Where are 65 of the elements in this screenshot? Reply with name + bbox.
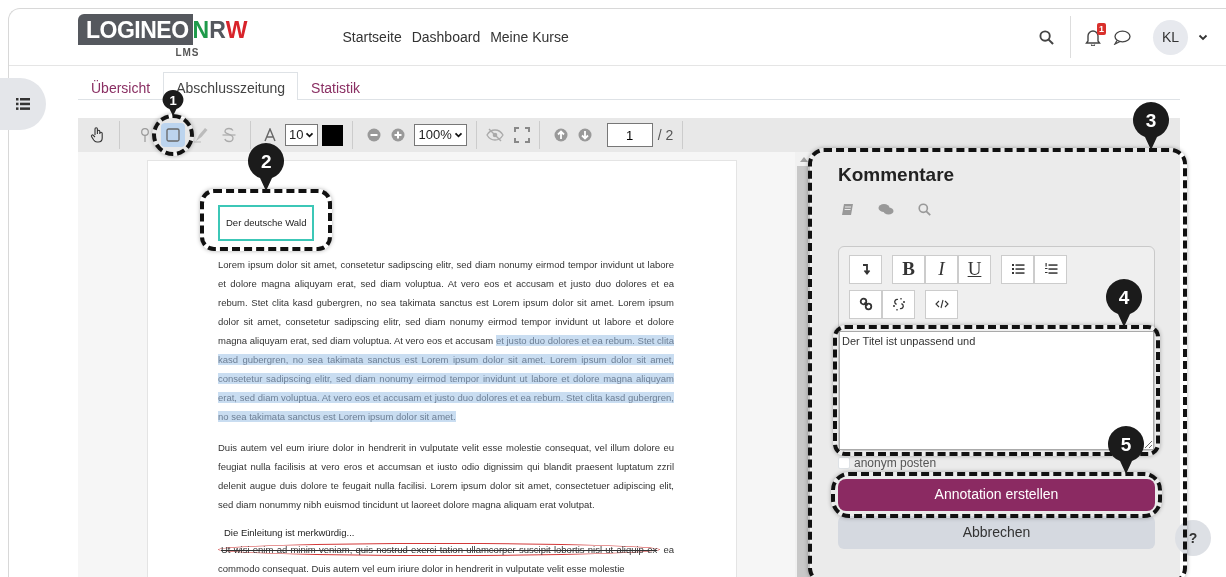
page-count: / 2: [657, 125, 674, 145]
link-icon: [858, 297, 873, 312]
paragraph-text: Duis autem vel eum iriure dolor in hendrerit in vulputate velit esse molestie consequat, vel illum dolore eu feugiat nulla facilisis at vero eros et accumsan et iusto odio dignissim qui blandit praesent luptatum zzril delenit augue duis dolore te feugait nulla facilisi. Lorem ipsum dolor sit amet, consectetuer adipiscing elit, sed diam nonummy nibh euismod tincidunt ut laoreet dolore magna aliquam erat volutpat.: [218, 441, 674, 513]
anonymous-checkbox[interactable]: [838, 456, 850, 469]
unlink-icon: [891, 297, 906, 312]
list-icon: [16, 98, 30, 110]
format-button[interactable]: I: [925, 254, 958, 284]
editor-button[interactable]: [1034, 254, 1067, 284]
arrow-down-icon: [577, 128, 592, 142]
arrow-up-icon: [553, 128, 568, 142]
editor-button[interactable]: [1001, 254, 1034, 284]
font-size-select[interactable]: 10: [285, 124, 319, 146]
nav-link[interactable]: Dashboard: [411, 26, 481, 48]
annotation-comment: Die Einleitung ist merkwürdig...: [224, 526, 356, 541]
page-number-field[interactable]: 1: [606, 123, 653, 147]
nav-link[interactable]: Startseite: [342, 26, 402, 48]
search-icon: [1039, 29, 1054, 45]
notification-badge: 1: [1097, 22, 1106, 35]
create-annotation-button[interactable]: Annotation erstellen: [838, 478, 1155, 511]
expand-icon: [513, 127, 530, 143]
dashed-outline: [152, 114, 194, 156]
book-icon: [841, 202, 854, 216]
format-button[interactable]: U: [958, 254, 991, 284]
highlighter-icon: [192, 126, 210, 144]
logo-subtitle: LMS: [175, 45, 200, 60]
caret-icon: [305, 132, 315, 138]
caret-icon: [453, 132, 463, 138]
bell-icon: [1085, 29, 1101, 47]
title-annotation[interactable]: Der deutsche Wald: [218, 205, 315, 242]
search-icon: [918, 202, 931, 216]
logo-letter: R: [209, 16, 226, 45]
color-swatch[interactable]: [322, 124, 344, 146]
square-icon: [164, 126, 182, 144]
strikethrough-icon: [220, 126, 238, 144]
format-button[interactable]: B: [892, 254, 925, 284]
paragraph-text: Lorem ipsum dolor sit amet, consetetur sadipscing elitr, sed diam nonumy eirmod tempor invidunt ut labore et dolore magna aliquyam erat, sed diam voluptua. At vero eos et accusam et justo duo dolores et ea rebum. Stet clita kasd gubergren, no sea takimata sanctus est Lorem ipsum dolor sit amet. Lorem ipsum dolor sit amet, consetetur sadipscing elitr, sed diam nonumy eirmod tempor invidunt ut labore et dolore magna aliquyam erat, sed diam voluptua. At vero eos et accusam et justo duo dolores et ea rebum. Stet clita kasd gubergren, no sea takimata sanctus est Lorem ipsum dolor sit amet. Lorem ipsum dolor sit amet, consetetur sadipscing elitr, sed diam nonumy eirmod tempor invidunt ut labore et dolore magna aliquyam erat, sed diam voluptua. At vero eos et accusam et justo duo dolores et ea rebum. Stet clita kasd gubergren, no sea takimata sanctus est Lorem ipsum dolor sit amet.: [218, 258, 674, 425]
chat-bubble-icon: [1113, 29, 1131, 45]
cancel-button[interactable]: Abbrechen: [838, 515, 1155, 549]
numbered-list-icon: [1043, 262, 1058, 277]
comments-icon: [878, 202, 894, 216]
callout-marker: 5: [1107, 425, 1145, 474]
checkbox-label: anonym posten: [854, 454, 937, 472]
editor-button[interactable]: [882, 289, 915, 319]
zoom-select[interactable]: 100%: [414, 124, 467, 146]
font-icon: [263, 128, 277, 142]
tab[interactable]: Statistik: [298, 72, 374, 100]
logo-text: LOGINEO: [78, 14, 193, 45]
editor-button[interactable]: [849, 254, 882, 284]
panel-title: Kommentare: [838, 164, 956, 187]
tab[interactable]: Übersicht: [78, 72, 164, 100]
drawer-toggle-button[interactable]: [0, 78, 46, 130]
user-avatar[interactable]: KL: [1153, 19, 1188, 55]
caret-icon: [1198, 33, 1208, 41]
logo-letter: W: [225, 16, 248, 45]
logo-letter: N: [192, 16, 210, 45]
callout-marker: 4: [1105, 278, 1143, 327]
nav-link[interactable]: Meine Kurse: [490, 26, 569, 48]
eye-slash-icon: [485, 128, 504, 142]
editor-button[interactable]: [849, 289, 882, 319]
zoom-in-icon: [391, 128, 406, 142]
callout-marker: 3: [1132, 102, 1170, 150]
bullet-list-icon: [1010, 262, 1025, 277]
callout-marker: 2: [247, 143, 286, 191]
paragraph-text: Ut wisi enim ad minim veniam, quis nostrud exerci tation ullamcorper suscipit lobortis nisl ut aliquip ex ea commodo consequat. Duis autem vel eum iriure dolor in hendrerit in vulputate velit esse molestie: [218, 542, 674, 577]
zoom-out-icon: [367, 128, 382, 142]
